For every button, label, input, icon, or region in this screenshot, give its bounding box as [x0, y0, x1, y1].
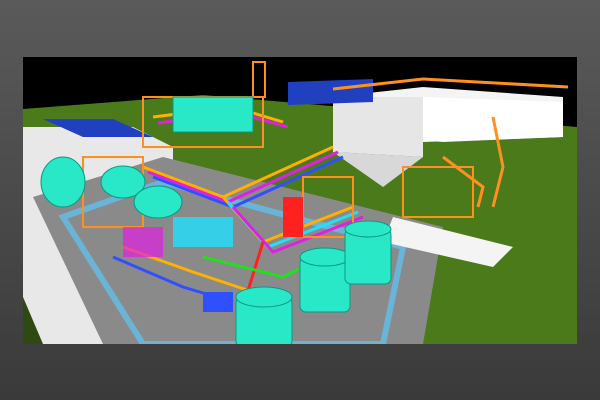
3d-plant-viewport[interactable]	[23, 57, 577, 344]
plant-model	[23, 61, 577, 344]
hopper-building-front	[333, 97, 423, 157]
blue-roof-building	[288, 79, 373, 105]
